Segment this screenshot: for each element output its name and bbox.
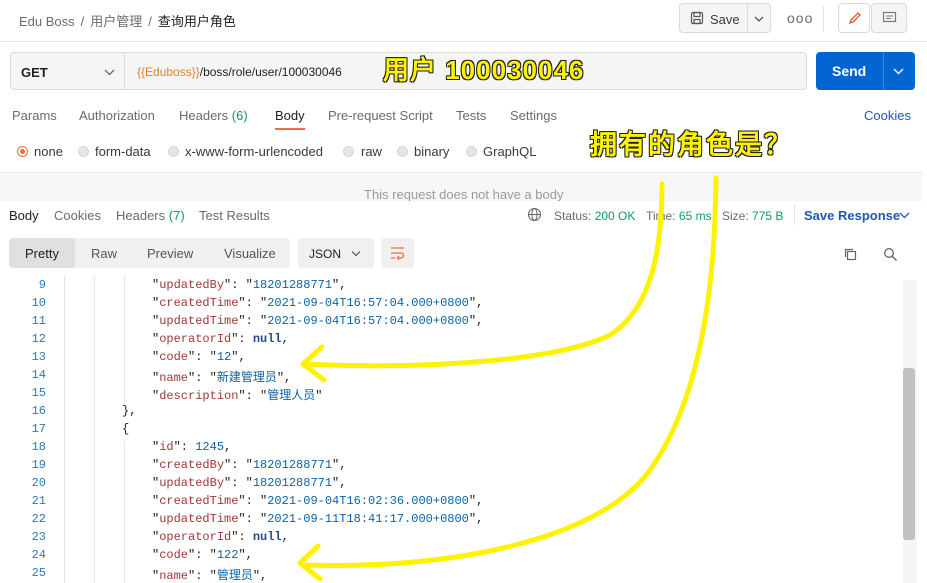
- annotation-arrowhead-2: [297, 543, 323, 582]
- annotation-arrow-2: [301, 175, 719, 568]
- annotation-arrow-1: [302, 181, 665, 369]
- annotation-arrows: [297, 175, 719, 582]
- postman-window: Edu Boss / 用户管理 / 查询用户角色 Save ooo GET {{Edub…: [0, 0, 927, 583]
